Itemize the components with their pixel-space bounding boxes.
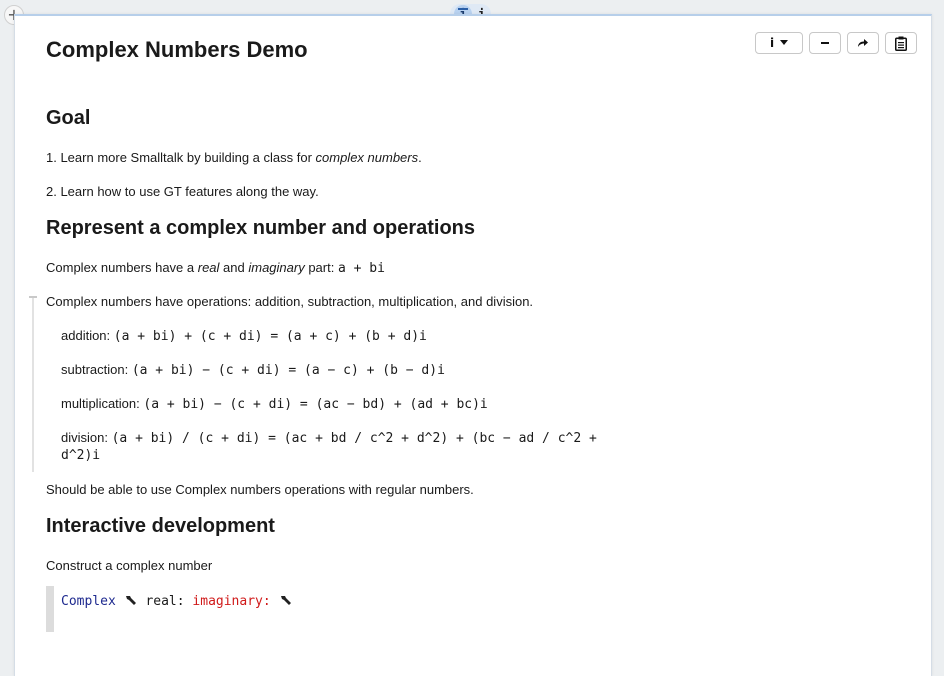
- construct-text: Construct a complex number: [46, 558, 213, 573]
- op-division: division: (a + bi) / (c + di) = (ac + bd…: [61, 429, 597, 448]
- clipboard-button[interactable]: [885, 32, 917, 54]
- intro-text-a: Complex numbers have a: [46, 260, 198, 275]
- goal-item-1-emphasis: complex numbers: [315, 150, 419, 165]
- page-title: Complex Numbers Demo: [46, 37, 308, 62]
- goal-item-1: 1. Learn more Smalltalk by building a cl…: [46, 149, 422, 167]
- op-formula: (a + bi) / (c + di) = (ac + bd / c^2 + d…: [111, 431, 597, 446]
- chevron-down-icon: [780, 40, 789, 45]
- op-multiplication: multiplication: (a + bi) − (c + di) = (a…: [61, 395, 488, 414]
- share-arrow-icon: [858, 39, 868, 47]
- op-addition: addition: (a + bi) + (c + di) = (a + c) …: [61, 327, 427, 346]
- minimize-button[interactable]: [809, 32, 841, 54]
- intro-expression: a + bi: [337, 261, 385, 276]
- op-label: division:: [61, 430, 108, 445]
- op-formula: (a + bi) + (c + di) = (a + c) + (b + d)i: [113, 329, 427, 344]
- goal-item-1-text: 1. Learn more Smalltalk by building a cl…: [46, 150, 316, 165]
- op-label: addition:: [61, 328, 111, 343]
- wrench-icon[interactable]: [124, 592, 138, 610]
- goal-item-1-suffix: .: [418, 150, 422, 165]
- operations-intro: Complex numbers have operations: additio…: [46, 294, 534, 309]
- op-label: subtraction:: [61, 362, 129, 377]
- minus-icon: [821, 42, 829, 44]
- represent-heading: Represent a complex number and operation…: [46, 217, 475, 239]
- share-button[interactable]: [847, 32, 879, 54]
- info-dropdown-button[interactable]: i: [755, 32, 803, 54]
- intro-imaginary: imaginary: [248, 260, 305, 275]
- notebook-page: i Complex Numbers Demo Goal 1. Learn mor…: [14, 14, 932, 676]
- represent-intro: Complex numbers have a real and imaginar…: [46, 259, 385, 278]
- goal-item-2: 2. Learn how to use GT features along th…: [46, 184, 319, 199]
- op-subtraction: subtraction: (a + bi) − (c + di) = (a − …: [61, 361, 445, 380]
- info-label: i: [769, 36, 775, 50]
- intro-and: and: [219, 260, 249, 275]
- intro-real: real: [197, 260, 220, 275]
- code-class-name[interactable]: Complex: [61, 594, 116, 609]
- intro-part: part:: [304, 260, 338, 275]
- op-formula: (a + bi) − (c + di) = (a − c) + (b − d)i: [131, 363, 445, 378]
- interactive-heading: Interactive development: [46, 515, 275, 537]
- code-imaginary-keyword[interactable]: imaginary:: [192, 594, 270, 609]
- regular-numbers-note: Should be able to use Complex numbers op…: [46, 482, 474, 497]
- code-real-keyword[interactable]: real:: [145, 594, 184, 609]
- wrench-icon[interactable]: [279, 592, 293, 610]
- op-division-wrap: d^2)i: [61, 448, 101, 463]
- clipboard-icon: [895, 36, 907, 51]
- code-snippet[interactable]: Complex real: imaginary:: [46, 586, 686, 632]
- goal-heading: Goal: [46, 107, 91, 129]
- op-formula: (a + bi) − (c + di) = (ac − bd) + (ad + …: [143, 397, 488, 412]
- page-toolbar: i: [755, 32, 917, 54]
- operations-collapse-bar[interactable]: [29, 296, 37, 472]
- op-label: multiplication:: [61, 396, 140, 411]
